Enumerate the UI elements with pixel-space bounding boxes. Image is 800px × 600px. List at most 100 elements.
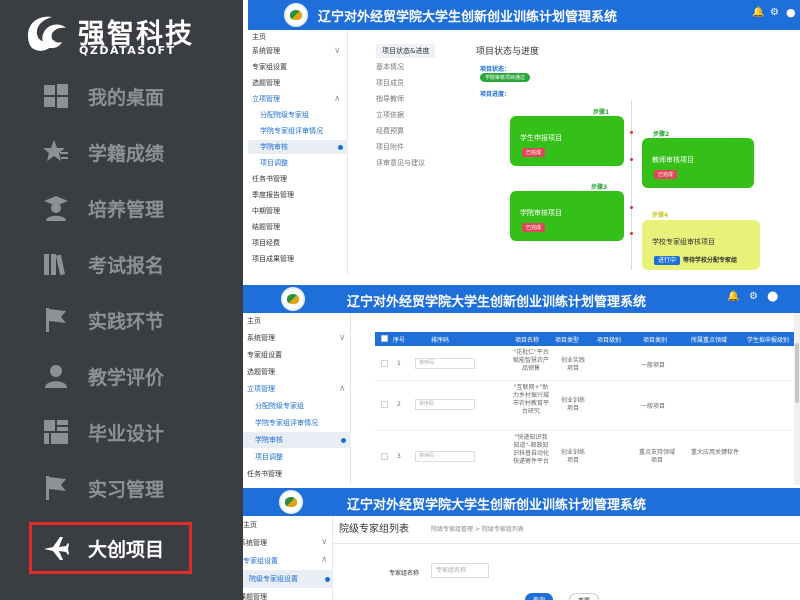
project-category: 重点支持领域项目 [638, 449, 675, 464]
column-header: 项目名称 [515, 337, 540, 344]
nav-task-book[interactable]: 任务书管理 [243, 466, 351, 482]
nav-review-status[interactable]: 学院专家组评审情况 [243, 415, 351, 431]
sidebar-item-label: 实践环节 [88, 311, 165, 333]
nav-review-status[interactable]: 学院专家组评审情况 [248, 124, 348, 138]
column-header: 学生拟申报级别 [747, 337, 790, 344]
nav-midterm[interactable]: 中期管理 [248, 204, 348, 218]
nav-task-book[interactable]: 任务书管理 [248, 172, 348, 186]
sidebar-item-evaluation[interactable]: 教学评价 [0, 348, 243, 404]
sidebar-item-training[interactable]: 培养管理 [0, 180, 243, 236]
sort-code-input[interactable]: 排序码 [415, 451, 475, 462]
reset-button[interactable]: 重置 [569, 593, 600, 600]
nav-expert-group[interactable]: 专家组设置 [243, 347, 351, 363]
vertical-scrollbar[interactable] [794, 313, 800, 485]
scroll-thumb[interactable] [795, 343, 799, 403]
nav-results[interactable]: 项目成果管理 [248, 252, 348, 266]
card-title: 教师审核项目 [652, 156, 694, 164]
nav-system[interactable]: 系统管理 [243, 534, 329, 552]
tab-status-progress[interactable]: 项目状态&进度 [376, 44, 436, 58]
sidebar-item-thesis[interactable]: 毕业设计 [0, 404, 243, 460]
system-title: 辽宁对外经贸学院大学生创新创业训练计划管理系统 [318, 10, 618, 25]
nav-college-expert-group[interactable]: 院级专家组设置 [243, 570, 333, 588]
nav-quarterly[interactable]: 季度报告管理 [248, 188, 348, 202]
active-dot-icon [325, 577, 330, 582]
nav-approval[interactable]: 立项管理 [243, 381, 351, 397]
table-row[interactable]: 2 排序码 "互联网+"助力乡村振兴城市农村教育平台研究 创业训练项目 一般项目 [375, 381, 795, 431]
active-dot-icon [338, 145, 343, 150]
gear-icon[interactable]: ⚙ [749, 291, 758, 302]
column-header[interactable]: 排序码 [431, 335, 449, 344]
project-list-window: 辽宁对外经贸学院大学生创新创业训练计划管理系统 🔔 ⚙ ● 主页 系统管理 专家… [243, 285, 800, 485]
nav-project-adjust[interactable]: 项目调整 [248, 156, 348, 170]
nav-home[interactable]: 主页 [243, 313, 351, 329]
sort-code-input[interactable]: 排序码 [415, 358, 475, 369]
user-avatar-icon[interactable]: ● [786, 6, 796, 19]
tab-members[interactable]: 项目成员 [376, 78, 404, 88]
tab-advisor[interactable]: 指导教师 [376, 94, 404, 104]
column-header: 项目级别 [597, 337, 622, 344]
tab-basic-info[interactable]: 基本情况 [376, 62, 404, 72]
step-label: 步骤3 [591, 184, 608, 191]
sidebar-item-desktop[interactable]: 我的桌面 [0, 68, 243, 124]
nav-home[interactable]: 主页 [243, 516, 333, 534]
nav-expert-group[interactable]: 专家组设置 [243, 552, 333, 570]
nav-expert-group[interactable]: 专家组设置 [248, 60, 348, 74]
table-row[interactable]: 1 排序码 "花批仁"平台赋能智慧农产品销售 创业实践项目 一般项目 [375, 347, 795, 381]
top-header: 辽宁对外经贸学院大学生创新创业训练计划管理系统 [243, 488, 800, 516]
sidebar-item-practice[interactable]: 实践环节 [0, 292, 243, 348]
sort-code-input[interactable]: 排序码 [415, 399, 475, 410]
nav-funding[interactable]: 项目经费 [248, 236, 348, 250]
row-checkbox[interactable] [381, 401, 388, 408]
nav-college-review[interactable]: 学院审核 [243, 432, 351, 448]
column-header: 项目类型 [555, 337, 580, 344]
star-icon [43, 140, 68, 161]
sidebar-item-internship[interactable]: 实习管理 [0, 460, 243, 516]
row-checkbox[interactable] [381, 453, 388, 460]
nav-approval[interactable]: 立项管理 [248, 92, 348, 106]
row-number: 3 [397, 453, 401, 460]
nav-home[interactable]: 主页 [248, 30, 348, 44]
left-nav: 主页 系统管理 专家组设置 院级专家组设置 课题管理 ∨ ∧ [243, 516, 333, 600]
breadcrumb: 院级专家组管理 > 院级专家组列表 [431, 526, 524, 533]
progress-card-college: 学院审核项目 已完成 [510, 191, 624, 241]
nav-project-adjust[interactable]: 项目调整 [243, 449, 351, 465]
user-avatar-icon[interactable]: ● [767, 289, 778, 304]
school-emblem-icon [281, 287, 305, 311]
select-all-checkbox[interactable] [381, 335, 388, 342]
sidebar-item-grades[interactable]: 学籍成绩 [0, 124, 243, 180]
tab-attachments[interactable]: 项目附件 [376, 142, 404, 152]
tab-basis[interactable]: 立项依据 [376, 110, 404, 120]
nav-college-review[interactable]: 学院审核 [248, 140, 348, 154]
progress-card-student: 学生申报项目 已完成 [510, 116, 624, 166]
nav-topic[interactable]: 选题管理 [248, 76, 348, 90]
expert-group-name-input[interactable]: 专家组名称 [431, 563, 489, 578]
row-checkbox[interactable] [381, 360, 388, 367]
tab-review-comments[interactable]: 评审意见与建议 [376, 158, 425, 168]
expert-group-window: 辽宁对外经贸学院大学生创新创业训练计划管理系统 主页 系统管理 专家组设置 院级… [243, 488, 800, 600]
query-button[interactable]: 查询 [525, 593, 554, 600]
composite-screenshot: 强智科技 QZDATASOFT 我的桌面 学籍成绩 培养管理 考试报名 实践环节… [0, 0, 800, 600]
nav-assign-expert[interactable]: 分配院级专家组 [243, 398, 351, 414]
gear-icon[interactable]: ⚙ [770, 7, 779, 18]
books-icon [44, 254, 66, 276]
nav-system[interactable]: 系统管理 [243, 330, 351, 346]
table-row[interactable]: 3 排序码 "快递知识我知道"-邮政知识科普自动化快递寄件平台 创业训练项目 重… [375, 431, 795, 485]
brand-name-en: QZDATASOFT [79, 44, 176, 57]
top-header: 辽宁对外经贸学院大学生创新创业训练计划管理系统 🔔 ⚙ ● [243, 285, 800, 313]
bell-icon[interactable]: 🔔 [752, 7, 764, 18]
bell-icon[interactable]: 🔔 [727, 291, 739, 302]
page-title: 院级专家组列表 [339, 524, 409, 535]
nav-assign-expert[interactable]: 分配院级专家组 [248, 108, 348, 122]
nav-conclusion[interactable]: 结题管理 [248, 220, 348, 234]
chevron-down-icon: ∨ [339, 333, 346, 343]
tab-budget[interactable]: 经费预算 [376, 126, 404, 136]
sidebar-item-label: 学籍成绩 [88, 143, 165, 165]
nav-topic[interactable]: 课题管理 [243, 588, 329, 600]
nav-system[interactable]: 系统管理 [248, 44, 348, 58]
project-name: "快递知识我知道"-邮政知识科普自动化快递寄件平台 [513, 434, 550, 465]
sidebar-item-label: 实习管理 [88, 479, 165, 501]
left-nav: 主页 系统管理 专家组设置 选题管理 立项管理 分配院级专家组 学院专家组评审情… [248, 30, 348, 275]
timeline-line [631, 100, 632, 270]
nav-topic[interactable]: 选题管理 [243, 364, 351, 380]
sidebar-item-exam[interactable]: 考试报名 [0, 236, 243, 292]
